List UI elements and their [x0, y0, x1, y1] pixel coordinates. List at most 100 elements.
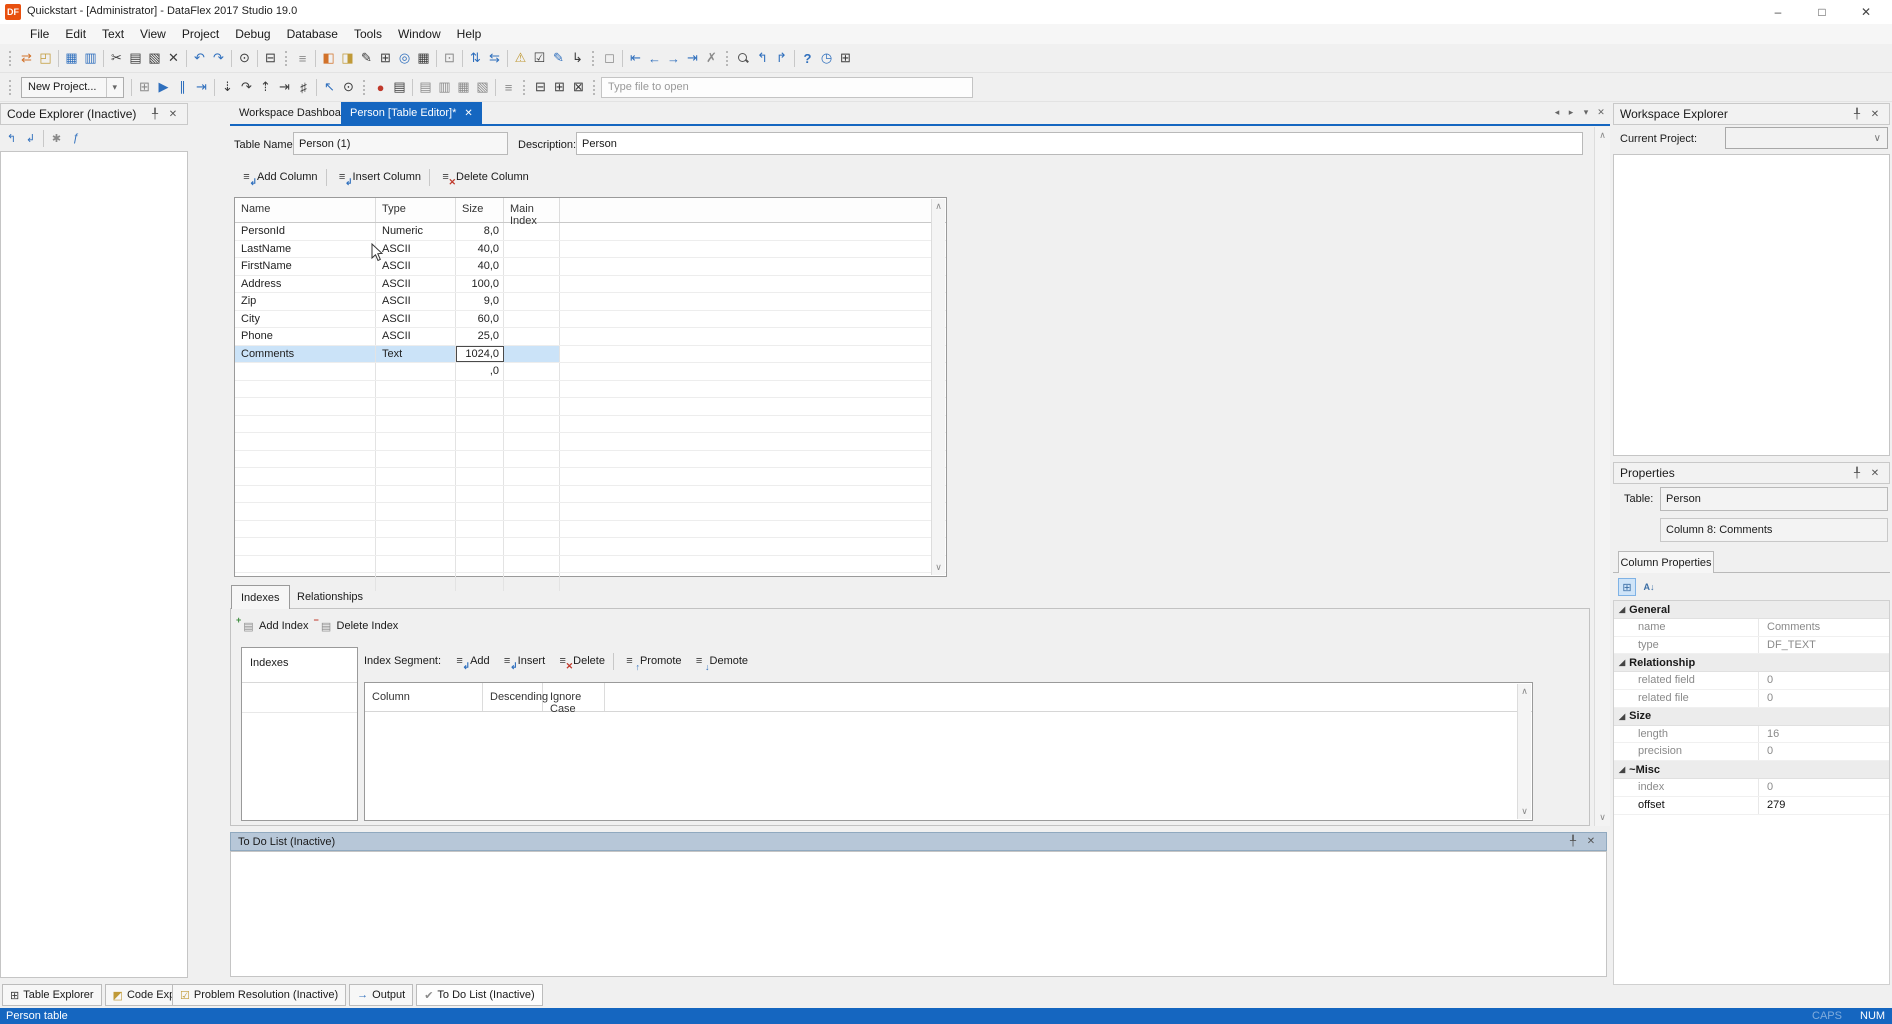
- add-column-button[interactable]: ≡↲ Add Column: [234, 170, 323, 185]
- close-icon[interactable]: ✕: [1867, 106, 1883, 122]
- callstack-window-icon[interactable]: ▧: [473, 77, 492, 97]
- pin-icon[interactable]: ╀: [1565, 834, 1581, 850]
- tab-problem-resolution[interactable]: ☑ Problem Resolution (Inactive): [172, 984, 346, 1006]
- add-index-button[interactable]: ▤+ Add Index: [236, 619, 314, 634]
- grid-scrollbar[interactable]: ∧ ∨: [931, 199, 945, 575]
- table-row[interactable]: AddressASCII100,0: [235, 276, 946, 294]
- scroll-down-icon[interactable]: ∨: [935, 560, 942, 575]
- db-connect-icon[interactable]: ⊠: [569, 77, 588, 97]
- seg-header-column[interactable]: Column: [365, 683, 483, 711]
- table-editor-window-icon[interactable]: ◧: [319, 48, 338, 68]
- run-to-cursor-icon[interactable]: ⇥: [275, 77, 294, 97]
- table-row[interactable]: LastNameASCII40,0: [235, 241, 946, 259]
- prop-category-misc[interactable]: ◢ ~Misc: [1614, 761, 1889, 779]
- toolbar-grip[interactable]: [592, 51, 595, 66]
- size-cell-editor[interactable]: 1024,0: [456, 346, 504, 363]
- delete-icon[interactable]: ✕: [164, 48, 183, 68]
- step-out-icon[interactable]: ⇡: [256, 77, 275, 97]
- nav-back-icon[interactable]: ←: [645, 48, 664, 68]
- run-icon[interactable]: ▶: [154, 77, 173, 97]
- checkbox-icon[interactable]: ☑: [530, 48, 549, 68]
- nav-last-icon[interactable]: ⇥: [683, 48, 702, 68]
- breakpoint-list-icon[interactable]: ▤: [390, 77, 409, 97]
- list-icon[interactable]: ≡: [499, 77, 518, 97]
- new-project-button[interactable]: New Project... ▾: [21, 77, 124, 98]
- fx-globe-icon[interactable]: ƒ: [66, 128, 85, 148]
- close-icon[interactable]: ✕: [1867, 465, 1883, 481]
- menu-window[interactable]: Window: [390, 24, 449, 44]
- scroll-down-icon[interactable]: ∨: [1521, 804, 1528, 819]
- tab-table-explorer[interactable]: ⊞ Table Explorer: [2, 984, 102, 1006]
- scroll-up-icon[interactable]: ∧: [935, 199, 942, 214]
- tab-relationships[interactable]: Relationships: [288, 585, 372, 609]
- nav-forward-icon[interactable]: →: [664, 48, 683, 68]
- jump-icon[interactable]: ↖: [320, 77, 339, 97]
- toggle-hex-icon[interactable]: ♯: [294, 77, 313, 97]
- seg-header-ignore-case[interactable]: Ignore Case: [543, 683, 605, 711]
- tab-output[interactable]: → Output: [349, 984, 413, 1006]
- prop-row-index[interactable]: index0: [1614, 779, 1889, 797]
- menu-file[interactable]: File: [22, 24, 57, 44]
- table-row[interactable]: CityASCII60,0: [235, 311, 946, 329]
- search-icon[interactable]: [734, 48, 753, 68]
- sql-window-icon[interactable]: ⊡: [440, 48, 459, 68]
- pin-icon[interactable]: ╀: [147, 106, 163, 122]
- workspace-explorer-tree[interactable]: [1613, 154, 1890, 456]
- print-icon[interactable]: ⊟: [261, 48, 280, 68]
- prop-row-length[interactable]: length16: [1614, 726, 1889, 744]
- menu-text[interactable]: Text: [94, 24, 132, 44]
- database-explorer-icon[interactable]: ▦: [414, 48, 433, 68]
- segment-insert-button[interactable]: ≡↲ Insert: [495, 654, 551, 669]
- scroll-down-icon[interactable]: ∨: [1595, 812, 1610, 823]
- toolbar-grip[interactable]: [593, 80, 596, 95]
- delete-column-button[interactable]: ≡✕ Delete Column: [433, 170, 534, 185]
- menu-view[interactable]: View: [132, 24, 174, 44]
- autos-window-icon[interactable]: ▦: [454, 77, 473, 97]
- step-over-icon[interactable]: ↷: [237, 77, 256, 97]
- tab-scroll-right-icon[interactable]: ▸: [1564, 105, 1578, 119]
- undo-icon[interactable]: ↶: [190, 48, 209, 68]
- menu-project[interactable]: Project: [174, 24, 227, 44]
- description-input[interactable]: [576, 132, 1583, 155]
- edit-file-icon[interactable]: ✎: [549, 48, 568, 68]
- menu-debug[interactable]: Debug: [227, 24, 278, 44]
- redo-icon[interactable]: ↷: [209, 48, 228, 68]
- step-run-icon[interactable]: ⇥: [192, 77, 211, 97]
- minimize-button[interactable]: –: [1756, 0, 1800, 24]
- table-row-selected[interactable]: Comments Text 1024,0: [235, 346, 946, 364]
- dashboard-window-icon[interactable]: ◨: [338, 48, 357, 68]
- sync-code-icon[interactable]: ↰: [2, 128, 21, 148]
- prop-row-type[interactable]: typeDF_TEXT: [1614, 637, 1889, 655]
- breakpoint-icon[interactable]: ●: [371, 77, 390, 97]
- prop-category-relationship[interactable]: ◢ Relationship: [1614, 654, 1889, 672]
- clear-nav-icon[interactable]: ✗: [702, 48, 721, 68]
- warnings-icon[interactable]: ⚠: [511, 48, 530, 68]
- db-restructure-icon[interactable]: ⊞: [550, 77, 569, 97]
- seg-header-descending[interactable]: Descending: [483, 683, 543, 711]
- todo-panel-content[interactable]: [230, 851, 1607, 977]
- segment-grid-scrollbar[interactable]: ∧ ∨: [1517, 684, 1531, 819]
- save-all-icon[interactable]: ▥: [81, 48, 100, 68]
- scroll-up-icon[interactable]: ∧: [1521, 684, 1528, 699]
- sync-down-icon[interactable]: ⇆: [485, 48, 504, 68]
- nav-first-icon[interactable]: ⇤: [626, 48, 645, 68]
- toolbar-grip[interactable]: [9, 80, 12, 95]
- prop-category-size[interactable]: ◢ Size: [1614, 708, 1889, 726]
- sync-up-icon[interactable]: ⇅: [466, 48, 485, 68]
- close-icon[interactable]: ✕: [165, 106, 181, 122]
- categorized-view-icon[interactable]: ⊞: [1618, 578, 1636, 596]
- tab-indexes[interactable]: Indexes: [231, 585, 290, 609]
- scroll-up-icon[interactable]: ∧: [1595, 127, 1610, 141]
- goto-prev-icon[interactable]: ↰: [753, 48, 772, 68]
- table-row[interactable]: PersonIdNumeric8,0: [235, 223, 946, 241]
- col-header-name[interactable]: Name: [235, 198, 376, 222]
- stop-icon[interactable]: ⊙: [339, 77, 358, 97]
- tab-todo-list[interactable]: ✔ To Do List (Inactive): [416, 984, 542, 1006]
- toolbar-grip[interactable]: [363, 80, 366, 95]
- table-name-input[interactable]: [293, 132, 508, 155]
- table-row[interactable]: FirstNameASCII40,0: [235, 258, 946, 276]
- menu-tools[interactable]: Tools: [346, 24, 390, 44]
- goto-next-icon[interactable]: ↱: [772, 48, 791, 68]
- pin-icon[interactable]: ╀: [1849, 106, 1865, 122]
- current-project-combo[interactable]: ∨: [1725, 127, 1888, 149]
